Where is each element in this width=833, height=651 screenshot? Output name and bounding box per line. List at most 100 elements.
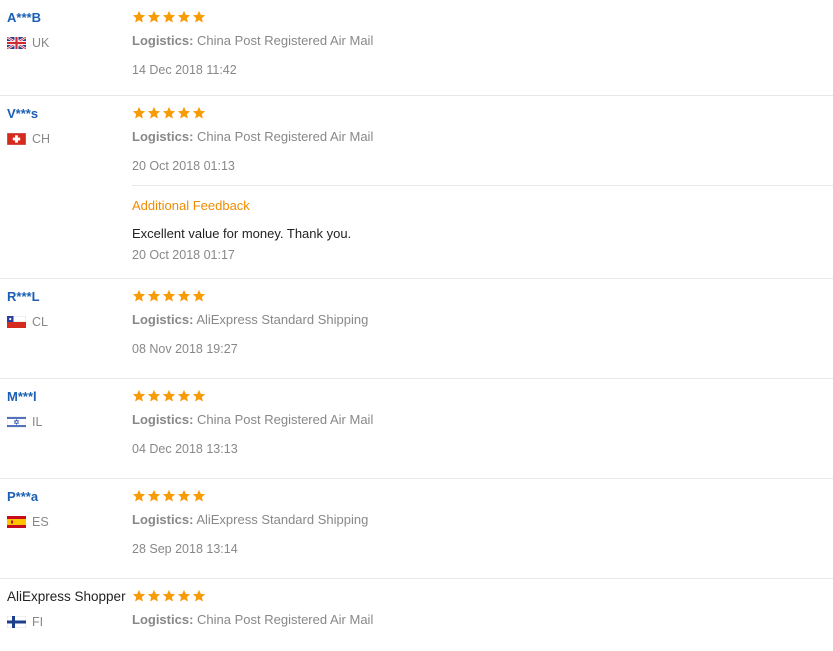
- star-icon: [192, 489, 206, 502]
- star-icon: [132, 289, 146, 302]
- star-rating: [132, 10, 833, 26]
- review-date: 04 Dec 2018 13:13: [132, 442, 238, 456]
- chile-flag-icon: [7, 316, 26, 328]
- finland-flag-icon: [7, 616, 26, 628]
- country-code: UK: [32, 36, 50, 50]
- logistics-method: AliExpress Standard Shipping: [196, 312, 369, 327]
- country-code: ES: [32, 515, 49, 529]
- review-item: A***B UK Logistics: China Post Registere…: [0, 0, 833, 96]
- star-rating: [132, 389, 833, 405]
- logistics-method: China Post Registered Air Mail: [197, 129, 374, 144]
- logistics-method: AliExpress Standard Shipping: [196, 512, 369, 527]
- logistics-label: Logistics:: [132, 33, 194, 48]
- review-content: Logistics: China Post Registered Air Mai…: [132, 106, 833, 263]
- review-content: Logistics: China Post Registered Air Mai…: [132, 10, 833, 78]
- review-date: 08 Nov 2018 19:27: [132, 342, 238, 356]
- star-icon: [192, 106, 206, 119]
- star-icon: [162, 106, 176, 119]
- star-icon: [132, 106, 146, 119]
- star-icon: [177, 10, 191, 23]
- reviewer-country: FI: [7, 615, 132, 629]
- reviewer-country: IL: [7, 415, 132, 429]
- star-icon: [147, 289, 161, 302]
- review-item: P***a ES Logistics: AliExpress Standard …: [0, 479, 833, 579]
- logistics-method: China Post Registered Air Mail: [197, 412, 374, 427]
- logistics-info: Logistics: China Post Registered Air Mai…: [132, 412, 833, 428]
- reviewer-name: A***B: [7, 10, 41, 25]
- star-icon: [192, 10, 206, 23]
- israel-flag-icon: [7, 416, 26, 428]
- reviewer-country: UK: [7, 36, 132, 50]
- star-icon: [192, 389, 206, 402]
- review-date: 28 Sep 2018 13:14: [132, 542, 238, 556]
- review-item: V***s CH Logistics: China Post Registere…: [0, 96, 833, 279]
- star-icon: [132, 489, 146, 502]
- star-icon: [162, 289, 176, 302]
- reviewer-name: P***a: [7, 489, 39, 504]
- additional-feedback-text: Excellent value for money. Thank you.: [132, 226, 352, 241]
- star-icon: [177, 106, 191, 119]
- star-icon: [177, 589, 191, 602]
- reviewer-info: AliExpress Shopper FI: [7, 589, 132, 629]
- reviewer-info: R***L CL: [7, 289, 132, 329]
- reviewer-info: V***s CH: [7, 106, 132, 146]
- reviewer-name: R***L: [7, 289, 40, 304]
- country-code: CL: [32, 315, 48, 329]
- logistics-label: Logistics:: [132, 312, 194, 327]
- additional-feedback-date: 20 Oct 2018 01:17: [132, 248, 235, 262]
- star-rating: [132, 289, 833, 305]
- review-content: Logistics: AliExpress Standard Shipping …: [132, 289, 833, 357]
- reviewer-country: CH: [7, 132, 132, 146]
- star-icon: [177, 389, 191, 402]
- switzerland-flag-icon: [7, 133, 26, 145]
- reviewer-name: AliExpress Shopper: [7, 589, 126, 604]
- reviewer-name: M***l: [7, 389, 37, 404]
- uk-flag-icon: [7, 37, 26, 49]
- star-icon: [177, 289, 191, 302]
- logistics-method: China Post Registered Air Mail: [197, 33, 374, 48]
- logistics-label: Logistics:: [132, 129, 194, 144]
- review-date: 14 Dec 2018 11:42: [132, 63, 237, 77]
- reviewer-name: V***s: [7, 106, 39, 121]
- star-icon: [162, 10, 176, 23]
- logistics-info: Logistics: China Post Registered Air Mai…: [132, 129, 833, 145]
- star-icon: [147, 389, 161, 402]
- star-icon: [132, 589, 146, 602]
- review-item: M***l IL Logistics: China Post Registere…: [0, 379, 833, 479]
- reviewer-country: ES: [7, 515, 132, 529]
- star-rating: [132, 489, 833, 505]
- review-item: AliExpress Shopper FI Logistics: China P…: [0, 579, 833, 651]
- star-icon: [162, 389, 176, 402]
- star-icon: [132, 389, 146, 402]
- review-date: 20 Oct 2018 01:13: [132, 159, 235, 173]
- star-icon: [162, 589, 176, 602]
- reviewer-info: P***a ES: [7, 489, 132, 529]
- logistics-info: Logistics: AliExpress Standard Shipping: [132, 312, 833, 328]
- star-rating: [132, 106, 833, 122]
- star-icon: [147, 589, 161, 602]
- spain-flag-icon: [7, 516, 26, 528]
- review-content: Logistics: AliExpress Standard Shipping …: [132, 489, 833, 557]
- country-code: CH: [32, 132, 51, 146]
- logistics-info: Logistics: AliExpress Standard Shipping: [132, 512, 833, 528]
- review-content: Logistics: China Post Registered Air Mai…: [132, 389, 833, 457]
- reviewer-info: A***B UK: [7, 10, 132, 50]
- reviewer-info: M***l IL: [7, 389, 132, 429]
- star-icon: [147, 10, 161, 23]
- star-icon: [147, 489, 161, 502]
- star-icon: [132, 10, 146, 23]
- star-rating: [132, 589, 833, 605]
- star-icon: [147, 106, 161, 119]
- logistics-method: China Post Registered Air Mail: [197, 612, 374, 627]
- logistics-info: Logistics: China Post Registered Air Mai…: [132, 33, 833, 49]
- additional-feedback: Additional Feedback Excellent value for …: [132, 185, 833, 263]
- country-code: IL: [32, 415, 43, 429]
- additional-feedback-title: Additional Feedback: [132, 198, 250, 213]
- logistics-label: Logistics:: [132, 612, 194, 627]
- logistics-label: Logistics:: [132, 412, 194, 427]
- logistics-label: Logistics:: [132, 512, 194, 527]
- reviewer-country: CL: [7, 315, 132, 329]
- reviews-list: A***B UK Logistics: China Post Registere…: [0, 0, 833, 651]
- review-content: Logistics: China Post Registered Air Mai…: [132, 589, 833, 628]
- star-icon: [192, 589, 206, 602]
